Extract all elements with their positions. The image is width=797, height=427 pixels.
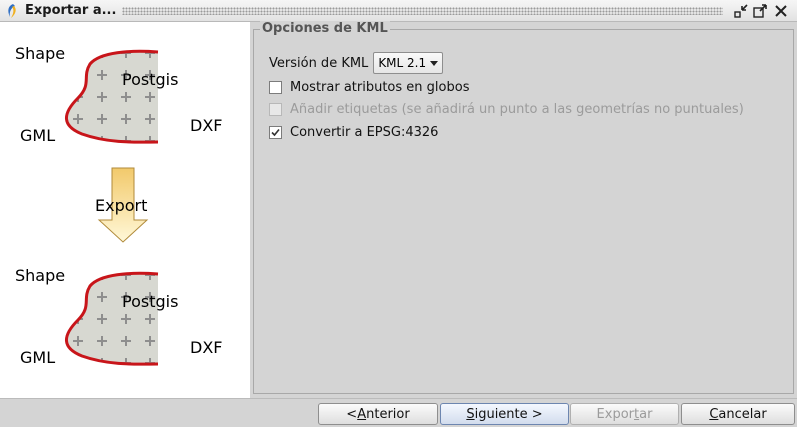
export-illustration: Shape Postgis GML DXF Export Shape Postg… <box>0 22 250 398</box>
convert-epsg-row[interactable]: Convertir a EPSG:4326 <box>269 125 438 140</box>
checkmark-icon <box>271 128 280 137</box>
title-grip <box>122 7 723 15</box>
export-arrow: Export <box>95 167 149 243</box>
close-icon[interactable] <box>773 3 789 19</box>
convert-epsg-label: Convertir a EPSG:4326 <box>290 125 439 140</box>
kml-version-label: Versión de KML <box>269 55 369 71</box>
kml-version-row: Versión de KML KML 2.1 <box>269 52 444 74</box>
previous-button[interactable]: < Anterior <box>318 403 438 425</box>
cancel-button[interactable]: Cancelar <box>681 403 795 425</box>
window-title: Exportar a... <box>25 3 117 18</box>
show-attributes-label: Mostrar atributos en globos <box>290 80 470 95</box>
export-arrow-label: Export <box>95 196 147 215</box>
add-labels-row: Añadir etiquetas (se añadirá un punto a … <box>269 102 744 117</box>
wizard-button-bar: < Anterior Siguiente > Expor t ar Cancelar <box>0 398 797 427</box>
data-sources-bottom: Shape Postgis GML DXF <box>15 266 222 367</box>
format-dxf-label: DXF <box>190 338 222 357</box>
title-bar: Exportar a... <box>0 0 797 22</box>
kml-version-value: KML 2.1 <box>378 56 427 70</box>
add-labels-label: Añadir etiquetas (se añadirá un punto a … <box>290 102 744 117</box>
kml-options-legend: Opciones de KML <box>260 21 390 36</box>
format-dxf-label: DXF <box>190 116 222 135</box>
show-attributes-row[interactable]: Mostrar atributos en globos <box>269 80 469 95</box>
app-icon <box>4 3 20 19</box>
format-gml-label: GML <box>20 126 55 145</box>
format-postgis-label: Postgis <box>122 292 178 311</box>
maximize-icon[interactable] <box>752 3 768 19</box>
format-shape-label: Shape <box>15 44 65 63</box>
kml-options-group: Opciones de KML Versión de KML KML 2.1 M… <box>253 21 794 394</box>
convert-epsg-checkbox[interactable] <box>269 126 282 139</box>
show-attributes-checkbox[interactable] <box>269 81 282 94</box>
kml-version-select[interactable]: KML 2.1 <box>373 52 444 74</box>
next-button[interactable]: Siguiente > <box>440 403 569 425</box>
format-postgis-label: Postgis <box>122 70 178 89</box>
chevron-down-icon <box>430 61 439 66</box>
format-shape-label: Shape <box>15 266 65 285</box>
format-gml-label: GML <box>20 348 55 367</box>
data-sources-top: Shape Postgis GML DXF <box>15 44 222 145</box>
add-labels-checkbox <box>269 103 282 116</box>
kml-options-panel: Opciones de KML Versión de KML KML 2.1 M… <box>250 21 797 398</box>
shade-icon[interactable] <box>733 3 749 19</box>
export-button: Expor t ar <box>570 403 679 425</box>
